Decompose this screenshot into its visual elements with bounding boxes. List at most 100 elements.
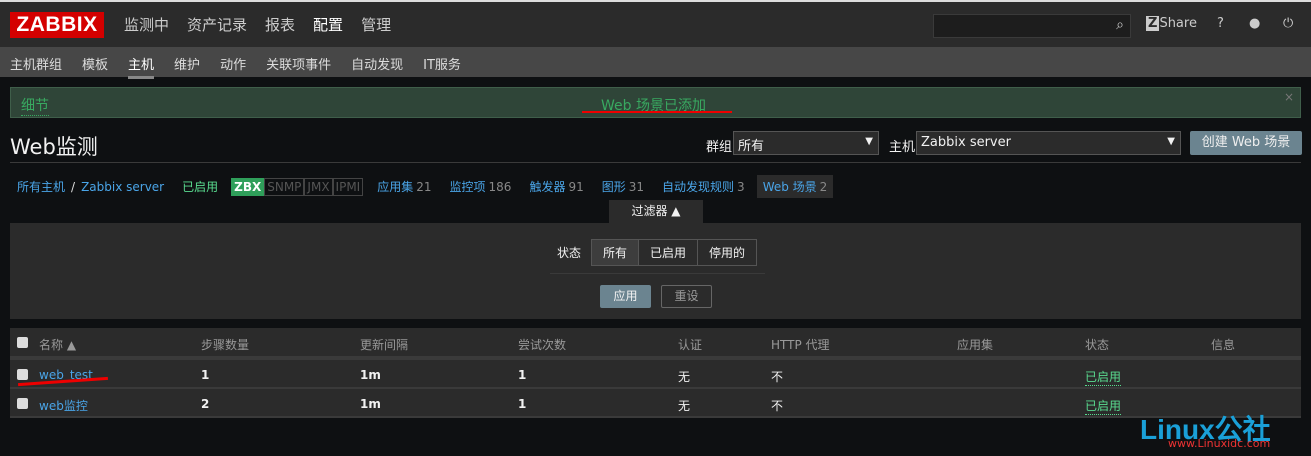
steps: 2 xyxy=(201,397,210,411)
link-label: 监控项 xyxy=(449,180,486,194)
reset-button[interactable]: 重设 xyxy=(661,285,712,308)
host-value: Zabbix server xyxy=(921,135,1011,150)
link-count: 21 xyxy=(416,180,432,194)
applications-link[interactable]: 应用集 21 xyxy=(377,178,431,195)
link-count: 186 xyxy=(488,180,512,194)
link-count: 3 xyxy=(737,180,745,194)
divider xyxy=(550,273,765,274)
subnav-discovery[interactable]: 自动发现 xyxy=(351,54,403,79)
filter-tab[interactable]: 过滤器 ▲ xyxy=(609,200,703,223)
auth: 无 xyxy=(678,399,691,413)
link-label: Web 场景 xyxy=(762,180,817,194)
attempts: 1 xyxy=(518,397,527,411)
status-radio-group: 所有 已启用 停用的 xyxy=(591,239,758,266)
col-attempts: 尝试次数 xyxy=(518,338,567,352)
snmp-badge: SNMP xyxy=(264,177,305,196)
divider xyxy=(10,162,1301,163)
status-option-disabled[interactable]: 停用的 xyxy=(698,240,757,265)
share-link[interactable]: Z Share xyxy=(1146,16,1197,31)
create-web-scenario-button[interactable]: 创建 Web 场景 xyxy=(1190,131,1302,155)
help-icon[interactable]: ? xyxy=(1217,16,1224,31)
discovery-rules-link[interactable]: 自动发现规则 3 xyxy=(662,178,745,195)
link-label: 图形 xyxy=(601,180,626,194)
nav-inventory[interactable]: 资产记录 xyxy=(187,14,247,35)
status-option-enabled[interactable]: 已启用 xyxy=(639,240,699,265)
col-info: 信息 xyxy=(1211,338,1236,352)
breadcrumb-separator: / xyxy=(71,179,76,194)
details-link[interactable]: 细节 xyxy=(21,95,49,116)
auth: 无 xyxy=(678,370,691,384)
graphs-link[interactable]: 图形 31 xyxy=(602,178,644,195)
search-icon[interactable]: ⌕ xyxy=(1116,17,1124,33)
subnav-actions[interactable]: 动作 xyxy=(220,54,246,79)
col-interval: 更新间隔 xyxy=(360,338,409,352)
col-http-proxy: HTTP 代理 xyxy=(771,338,830,352)
group-select[interactable]: 所有 ▼ xyxy=(733,131,879,155)
status-toggle[interactable]: 已启用 xyxy=(1085,397,1122,415)
watermark-url: www.Linuxidc.com xyxy=(1168,437,1271,450)
col-applications: 应用集 xyxy=(957,338,994,352)
zabbix-logo[interactable]: ZABBIX xyxy=(10,12,104,38)
table-row: web_test 1 1m 1 无 不 已启用 xyxy=(10,360,1301,389)
all-hosts-link[interactable]: 所有主机 xyxy=(17,178,65,195)
col-name[interactable]: 名称 ▲ xyxy=(39,336,76,353)
interval: 1m xyxy=(360,368,381,382)
col-auth: 认证 xyxy=(678,338,703,352)
host-label: 主机 xyxy=(889,140,916,155)
annotation-underline xyxy=(582,111,732,113)
user-profile-icon[interactable]: ● xyxy=(1249,16,1260,31)
subnav-templates[interactable]: 模板 xyxy=(82,54,108,79)
subnav-event-correlation[interactable]: 关联项事件 xyxy=(266,54,331,79)
triggers-link[interactable]: 触发器 91 xyxy=(529,178,583,195)
items-link[interactable]: 监控项 186 xyxy=(450,178,512,195)
scenario-name-link[interactable]: web监控 xyxy=(39,397,88,414)
interval: 1m xyxy=(360,397,381,411)
web-scenarios-table: 名称 ▲ 步骤数量 更新间隔 尝试次数 认证 HTTP 代理 应用集 状态 信息… xyxy=(10,328,1301,418)
row-checkbox[interactable] xyxy=(17,369,28,380)
group-label: 群组 xyxy=(706,140,733,155)
logout-icon[interactable]: ⏻ xyxy=(1283,16,1293,31)
success-message: 细节 Web 场景已添加 × xyxy=(10,87,1301,118)
share-label: Share xyxy=(1159,16,1197,31)
nav-monitoring[interactable]: 监测中 xyxy=(124,14,169,35)
nav-administration[interactable]: 管理 xyxy=(361,14,391,35)
subnav-it-services[interactable]: IT服务 xyxy=(423,54,461,79)
link-count: 91 xyxy=(568,180,584,194)
attempts: 1 xyxy=(518,368,527,382)
ipmi-badge: IPMI xyxy=(332,177,364,196)
host-select[interactable]: Zabbix server ▼ xyxy=(916,131,1181,155)
steps: 1 xyxy=(201,368,210,382)
status-label: 状态 xyxy=(557,246,582,260)
table-header: 名称 ▲ 步骤数量 更新间隔 尝试次数 认证 HTTP 代理 应用集 状态 信息 xyxy=(10,328,1301,360)
link-count: 31 xyxy=(628,180,645,194)
status-toggle[interactable]: 已启用 xyxy=(1085,368,1122,386)
nav-configuration[interactable]: 配置 xyxy=(313,14,343,35)
nav-reports[interactable]: 报表 xyxy=(265,14,295,35)
link-label: 应用集 xyxy=(377,180,414,194)
sub-nav-bar: 主机群组 模板 主机 维护 动作 关联项事件 自动发现 IT服务 xyxy=(0,47,1311,79)
search-input[interactable]: ⌕ xyxy=(933,14,1131,38)
main-nav: 监测中 资产记录 报表 配置 管理 xyxy=(124,14,391,35)
host-link[interactable]: Zabbix server xyxy=(81,180,164,194)
subnav-maintenance[interactable]: 维护 xyxy=(174,54,200,79)
close-icon[interactable]: × xyxy=(1284,90,1294,104)
web-scenarios-link[interactable]: Web 场景 2 xyxy=(756,175,834,198)
subnav-host-groups[interactable]: 主机群组 xyxy=(10,54,62,79)
status-option-all[interactable]: 所有 xyxy=(592,240,640,265)
apply-button[interactable]: 应用 xyxy=(600,285,651,308)
host-status[interactable]: 已启用 xyxy=(182,178,218,195)
filter-panel: 状态 所有 已启用 停用的 应用 重设 xyxy=(10,223,1301,319)
link-label: 自动发现规则 xyxy=(662,180,735,194)
chevron-down-icon: ▼ xyxy=(865,136,873,147)
col-steps: 步骤数量 xyxy=(201,338,250,352)
top-bar: ZABBIX 监测中 资产记录 报表 配置 管理 ⌕ Z Share ? ● ⏻ xyxy=(0,0,1311,47)
chevron-down-icon: ▼ xyxy=(1167,136,1175,147)
select-all-checkbox[interactable] xyxy=(17,337,28,348)
proxy: 不 xyxy=(771,399,784,413)
jmx-badge: JMX xyxy=(304,177,333,196)
col-status[interactable]: 状态 xyxy=(1085,336,1109,353)
page-title: Web监测 xyxy=(10,135,98,159)
link-count: 2 xyxy=(819,180,828,194)
row-checkbox[interactable] xyxy=(17,398,28,409)
subnav-hosts[interactable]: 主机 xyxy=(128,54,155,79)
